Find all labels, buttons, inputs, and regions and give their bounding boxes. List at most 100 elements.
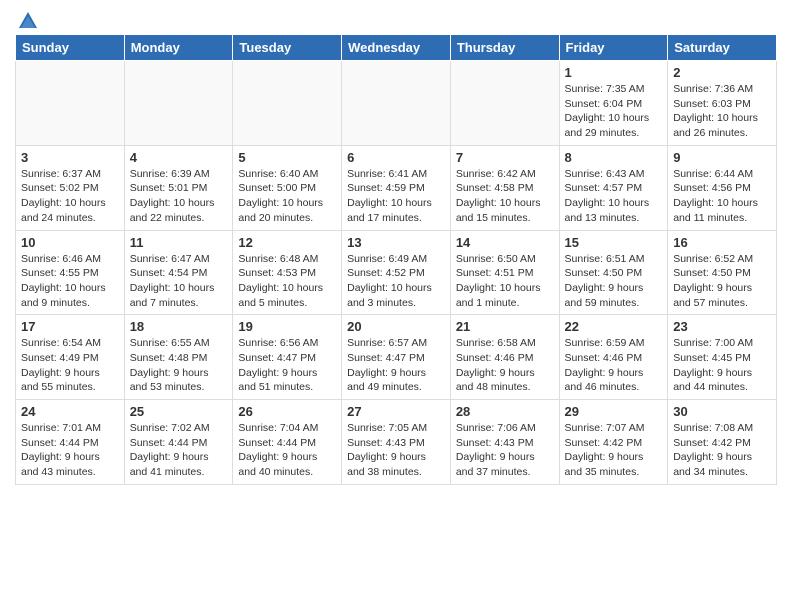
day-number: 5 (238, 150, 336, 165)
weekday-header-row: SundayMondayTuesdayWednesdayThursdayFrid… (16, 35, 777, 61)
calendar-cell: 16 Sunrise: 6:52 AM Sunset: 4:50 PM Dayli… (668, 230, 777, 315)
calendar-week-1: 1 Sunrise: 7:35 AM Sunset: 6:04 PM Daylig… (16, 61, 777, 146)
day-number: 2 (673, 65, 771, 80)
day-number: 19 (238, 319, 336, 334)
day-number: 9 (673, 150, 771, 165)
logo-icon (17, 10, 39, 32)
day-info: Sunrise: 6:49 AM Sunset: 4:52 PM Dayligh… (347, 252, 445, 311)
day-number: 30 (673, 404, 771, 419)
calendar-cell: 17 Sunrise: 6:54 AM Sunset: 4:49 PM Dayli… (16, 315, 125, 400)
day-number: 24 (21, 404, 119, 419)
day-number: 10 (21, 235, 119, 250)
page-header (15, 10, 777, 26)
day-info: Sunrise: 6:57 AM Sunset: 4:47 PM Dayligh… (347, 336, 445, 395)
weekday-header-sunday: Sunday (16, 35, 125, 61)
calendar-cell: 23Sunrise: 7:00 AM Sunset: 4:45 PM Dayli… (668, 315, 777, 400)
weekday-header-thursday: Thursday (450, 35, 559, 61)
calendar-cell: 6 Sunrise: 6:41 AM Sunset: 4:59 PM Daylig… (342, 145, 451, 230)
day-info: Sunrise: 7:06 AM Sunset: 4:43 PM Dayligh… (456, 421, 554, 480)
calendar-cell: 26Sunrise: 7:04 AM Sunset: 4:44 PM Dayli… (233, 400, 342, 485)
day-info: Sunrise: 6:59 AM Sunset: 4:46 PM Dayligh… (565, 336, 663, 395)
day-number: 1 (565, 65, 663, 80)
day-number: 21 (456, 319, 554, 334)
logo (15, 10, 39, 26)
calendar-cell: 9 Sunrise: 6:44 AM Sunset: 4:56 PM Daylig… (668, 145, 777, 230)
day-info: Sunrise: 6:51 AM Sunset: 4:50 PM Dayligh… (565, 252, 663, 311)
day-info: Sunrise: 6:52 AM Sunset: 4:50 PM Dayligh… (673, 252, 771, 311)
day-info: Sunrise: 6:50 AM Sunset: 4:51 PM Dayligh… (456, 252, 554, 311)
day-number: 20 (347, 319, 445, 334)
day-info: Sunrise: 6:44 AM Sunset: 4:56 PM Dayligh… (673, 167, 771, 226)
day-number: 7 (456, 150, 554, 165)
calendar-cell: 13 Sunrise: 6:49 AM Sunset: 4:52 PM Dayli… (342, 230, 451, 315)
day-info: Sunrise: 6:58 AM Sunset: 4:46 PM Dayligh… (456, 336, 554, 395)
weekday-header-saturday: Saturday (668, 35, 777, 61)
calendar-cell: 8 Sunrise: 6:43 AM Sunset: 4:57 PM Daylig… (559, 145, 668, 230)
calendar-cell: 5 Sunrise: 6:40 AM Sunset: 5:00 PM Daylig… (233, 145, 342, 230)
calendar-cell (342, 61, 451, 146)
day-info: Sunrise: 6:43 AM Sunset: 4:57 PM Dayligh… (565, 167, 663, 226)
day-number: 27 (347, 404, 445, 419)
day-info: Sunrise: 7:01 AM Sunset: 4:44 PM Dayligh… (21, 421, 119, 480)
day-info: Sunrise: 6:56 AM Sunset: 4:47 PM Dayligh… (238, 336, 336, 395)
calendar-cell: 14 Sunrise: 6:50 AM Sunset: 4:51 PM Dayli… (450, 230, 559, 315)
day-number: 25 (130, 404, 228, 419)
page-container: SundayMondayTuesdayWednesdayThursdayFrid… (0, 0, 792, 495)
calendar-cell: 1 Sunrise: 7:35 AM Sunset: 6:04 PM Daylig… (559, 61, 668, 146)
day-number: 11 (130, 235, 228, 250)
day-info: Sunrise: 6:47 AM Sunset: 4:54 PM Dayligh… (130, 252, 228, 311)
calendar-cell: 3 Sunrise: 6:37 AM Sunset: 5:02 PM Daylig… (16, 145, 125, 230)
calendar-cell: 15 Sunrise: 6:51 AM Sunset: 4:50 PM Dayli… (559, 230, 668, 315)
day-number: 8 (565, 150, 663, 165)
calendar-cell: 19 Sunrise: 6:56 AM Sunset: 4:47 PM Dayli… (233, 315, 342, 400)
day-number: 12 (238, 235, 336, 250)
day-info: Sunrise: 6:40 AM Sunset: 5:00 PM Dayligh… (238, 167, 336, 226)
calendar-cell: 21 Sunrise: 6:58 AM Sunset: 4:46 PM Dayli… (450, 315, 559, 400)
calendar-cell: 18Sunrise: 6:55 AM Sunset: 4:48 PM Dayli… (124, 315, 233, 400)
day-number: 28 (456, 404, 554, 419)
calendar-cell (16, 61, 125, 146)
day-info: Sunrise: 7:02 AM Sunset: 4:44 PM Dayligh… (130, 421, 228, 480)
calendar-cell: 12 Sunrise: 6:48 AM Sunset: 4:53 PM Dayli… (233, 230, 342, 315)
day-number: 6 (347, 150, 445, 165)
calendar-cell (450, 61, 559, 146)
calendar-cell: 4Sunrise: 6:39 AM Sunset: 5:01 PM Daylig… (124, 145, 233, 230)
day-number: 16 (673, 235, 771, 250)
day-number: 15 (565, 235, 663, 250)
calendar-cell: 11 Sunrise: 6:47 AM Sunset: 4:54 PM Dayli… (124, 230, 233, 315)
calendar-cell: 27 Sunrise: 7:05 AM Sunset: 4:43 PM Dayli… (342, 400, 451, 485)
calendar-cell: 20 Sunrise: 6:57 AM Sunset: 4:47 PM Dayli… (342, 315, 451, 400)
day-info: Sunrise: 7:36 AM Sunset: 6:03 PM Dayligh… (673, 82, 771, 141)
calendar-cell: 25 Sunrise: 7:02 AM Sunset: 4:44 PM Dayli… (124, 400, 233, 485)
day-info: Sunrise: 6:46 AM Sunset: 4:55 PM Dayligh… (21, 252, 119, 311)
day-info: Sunrise: 6:41 AM Sunset: 4:59 PM Dayligh… (347, 167, 445, 226)
day-info: Sunrise: 6:39 AM Sunset: 5:01 PM Dayligh… (130, 167, 228, 226)
day-number: 13 (347, 235, 445, 250)
calendar-week-5: 24 Sunrise: 7:01 AM Sunset: 4:44 PM Dayli… (16, 400, 777, 485)
day-number: 14 (456, 235, 554, 250)
calendar-cell: 10 Sunrise: 6:46 AM Sunset: 4:55 PM Dayli… (16, 230, 125, 315)
calendar-cell: 29Sunrise: 7:07 AM Sunset: 4:42 PM Dayli… (559, 400, 668, 485)
day-info: Sunrise: 7:05 AM Sunset: 4:43 PM Dayligh… (347, 421, 445, 480)
calendar-table: SundayMondayTuesdayWednesdayThursdayFrid… (15, 34, 777, 485)
day-number: 3 (21, 150, 119, 165)
day-info: Sunrise: 7:08 AM Sunset: 4:42 PM Dayligh… (673, 421, 771, 480)
day-info: Sunrise: 6:37 AM Sunset: 5:02 PM Dayligh… (21, 167, 119, 226)
calendar-cell (124, 61, 233, 146)
day-number: 18 (130, 319, 228, 334)
day-info: Sunrise: 7:04 AM Sunset: 4:44 PM Dayligh… (238, 421, 336, 480)
calendar-week-4: 17 Sunrise: 6:54 AM Sunset: 4:49 PM Dayli… (16, 315, 777, 400)
day-number: 17 (21, 319, 119, 334)
day-info: Sunrise: 6:48 AM Sunset: 4:53 PM Dayligh… (238, 252, 336, 311)
day-info: Sunrise: 6:54 AM Sunset: 4:49 PM Dayligh… (21, 336, 119, 395)
calendar-week-3: 10 Sunrise: 6:46 AM Sunset: 4:55 PM Dayli… (16, 230, 777, 315)
day-number: 23 (673, 319, 771, 334)
calendar-cell: 28 Sunrise: 7:06 AM Sunset: 4:43 PM Dayli… (450, 400, 559, 485)
weekday-header-tuesday: Tuesday (233, 35, 342, 61)
weekday-header-wednesday: Wednesday (342, 35, 451, 61)
day-number: 29 (565, 404, 663, 419)
calendar-cell: 30 Sunrise: 7:08 AM Sunset: 4:42 PM Dayli… (668, 400, 777, 485)
calendar-cell: 2 Sunrise: 7:36 AM Sunset: 6:03 PM Daylig… (668, 61, 777, 146)
day-info: Sunrise: 7:35 AM Sunset: 6:04 PM Dayligh… (565, 82, 663, 141)
weekday-header-friday: Friday (559, 35, 668, 61)
